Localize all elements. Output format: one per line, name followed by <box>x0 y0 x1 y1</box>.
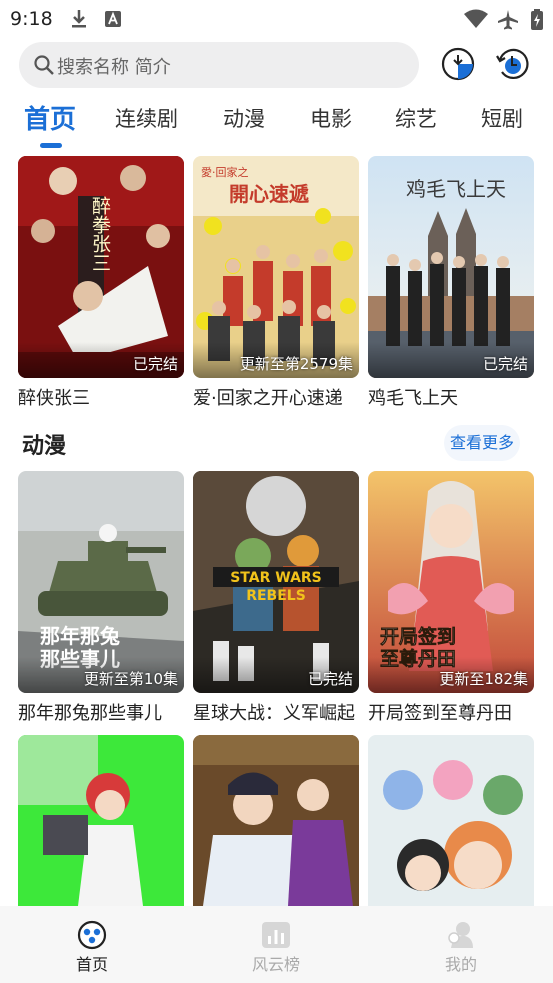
home-icon <box>76 920 108 950</box>
nav-label: 风云榜 <box>251 955 300 974</box>
svg-text:鸡毛飞上天: 鸡毛飞上天 <box>406 177 506 201</box>
nav-ranking[interactable]: 风云榜 <box>216 906 336 983</box>
video-card[interactable]: 醉拳张三 已完结 醉侠张三 <box>18 156 186 410</box>
poster[interactable]: 愛·回家之 開心速遞 更新至第2579集 <box>193 156 359 378</box>
category-tabs: 首页 连续剧 动漫 电影 综艺 短剧 <box>0 95 553 150</box>
section-title: 动漫 <box>22 434 67 459</box>
video-card[interactable]: 愛·回家之 開心速遞 更新至第2579集 爱·回家之开心速递 <box>193 156 361 410</box>
poster[interactable]: 开局签到 至尊丹田 更新至182集 <box>368 471 534 693</box>
svg-text:愛·回家之: 愛·回家之 <box>201 165 249 179</box>
nav-label: 我的 <box>444 955 477 974</box>
tab-series[interactable]: 连续剧 <box>115 103 178 133</box>
status-badge: 更新至182集 <box>439 670 528 688</box>
status-badge: 更新至第2579集 <box>239 355 353 373</box>
svg-text:開心速遞: 開心速遞 <box>229 182 310 206</box>
video-card[interactable]: STAR WARS REBELS 已完结 星球大战：义军崛起 <box>193 471 359 725</box>
status-badge: 已完结 <box>132 355 178 373</box>
search-icon <box>33 54 55 80</box>
status-badge: 已完结 <box>482 355 528 373</box>
tab-movies[interactable]: 电影 <box>310 103 352 133</box>
download-manager-button[interactable] <box>440 46 476 82</box>
poster[interactable]: 那年那兔 那些事儿 更新至第10集 <box>18 471 184 693</box>
video-card[interactable]: 开局签到 至尊丹田 更新至182集 开局签到至尊丹田 <box>368 471 534 725</box>
tab-anime[interactable]: 动漫 <box>223 103 265 133</box>
tab-variety[interactable]: 综艺 <box>395 103 437 133</box>
status-time: 9:18 <box>10 8 53 30</box>
video-title[interactable]: 鸡毛飞上天 <box>368 384 536 410</box>
history-button[interactable] <box>494 46 530 82</box>
tab-home[interactable]: 首页 <box>24 99 76 136</box>
video-title[interactable]: 爱·回家之开心速递 <box>193 384 361 410</box>
status-bar: 9:18 <box>0 0 553 38</box>
video-title[interactable]: 醉侠张三 <box>18 384 186 410</box>
poster[interactable] <box>18 735 184 906</box>
poster[interactable] <box>368 735 534 906</box>
nav-label: 首页 <box>75 955 108 974</box>
video-title[interactable]: 那年那兔那些事儿 <box>18 699 186 725</box>
poster[interactable]: 鸡毛飞上天 已完结 <box>368 156 534 378</box>
svg-text:开局签到: 开局签到 <box>380 625 456 648</box>
video-card[interactable] <box>18 735 184 906</box>
video-card[interactable] <box>368 735 534 906</box>
svg-text:REBELS: REBELS <box>246 588 306 604</box>
status-badge: 已完结 <box>307 670 353 688</box>
video-card[interactable] <box>193 735 359 906</box>
nav-profile[interactable]: 我的 <box>401 906 521 983</box>
poster[interactable]: STAR WARS REBELS 已完结 <box>193 471 359 693</box>
svg-text:STAR WARS: STAR WARS <box>230 570 322 586</box>
svg-text:那年那兔: 那年那兔 <box>40 624 120 648</box>
wifi-icon <box>463 9 489 33</box>
video-title[interactable]: 星球大战：义军崛起 <box>193 699 361 725</box>
video-title[interactable]: 开局签到至尊丹田 <box>368 699 536 725</box>
user-icon <box>445 920 477 950</box>
battery-icon <box>530 9 544 35</box>
bottom-nav: 首页 风云榜 我的 <box>0 906 553 983</box>
poster[interactable] <box>193 735 359 906</box>
poster[interactable]: 醉拳张三 已完结 <box>18 156 184 378</box>
video-card[interactable]: 那年那兔 那些事儿 更新至第10集 那年那兔那些事儿 <box>18 471 184 725</box>
view-more-button[interactable]: 查看更多 <box>444 425 520 461</box>
tab-indicator <box>40 143 62 148</box>
tab-short-drama[interactable]: 短剧 <box>481 103 523 133</box>
nav-home[interactable]: 首页 <box>32 906 152 983</box>
chart-icon <box>260 920 292 950</box>
download-icon <box>70 9 88 33</box>
video-card[interactable]: 鸡毛飞上天 已完结 鸡毛飞上天 <box>368 156 536 410</box>
airplane-icon <box>497 9 519 35</box>
svg-text:醉拳张三: 醉拳张三 <box>89 196 111 272</box>
search-placeholder: 搜索名称 简介 <box>57 57 171 78</box>
search-input[interactable]: 搜索名称 简介 <box>19 42 419 88</box>
font-icon <box>104 9 122 33</box>
status-badge: 更新至第10集 <box>83 670 178 688</box>
